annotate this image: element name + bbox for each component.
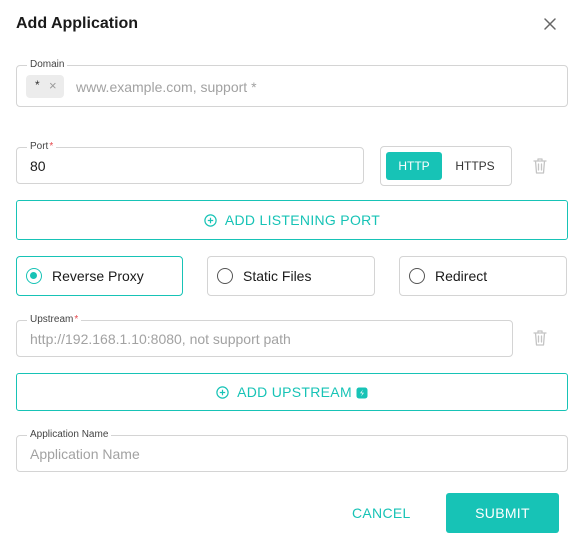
add-listening-port-label: ADD LISTENING PORT bbox=[224, 212, 381, 228]
protocol-toggle: HTTP HTTPS bbox=[380, 146, 512, 186]
add-upstream-button[interactable]: ADD UPSTREAM bbox=[16, 373, 568, 411]
domain-field[interactable]: Domain * × www.example.com, support * bbox=[16, 58, 568, 107]
close-icon[interactable] bbox=[540, 14, 560, 34]
domain-input[interactable]: www.example.com, support * bbox=[76, 79, 257, 95]
trash-icon[interactable] bbox=[532, 329, 548, 347]
upstream-label: Upstream* bbox=[27, 313, 82, 327]
mode-reverse-proxy-option[interactable]: Reverse Proxy bbox=[16, 256, 183, 296]
add-upstream-label: ADD UPSTREAM bbox=[237, 384, 352, 400]
dialog-title: Add Application bbox=[16, 15, 139, 32]
protocol-https-button[interactable]: HTTPS bbox=[447, 152, 503, 180]
submit-button[interactable]: SUBMIT bbox=[446, 493, 559, 533]
protocol-http-button[interactable]: HTTP bbox=[386, 152, 442, 180]
mode-static-files-option[interactable]: Static Files bbox=[207, 256, 375, 296]
plus-circle-icon bbox=[204, 213, 217, 227]
mode-option-label: Static Files bbox=[243, 268, 312, 284]
domain-chip[interactable]: * × bbox=[26, 75, 64, 98]
mode-option-label: Redirect bbox=[435, 268, 488, 284]
required-mark: * bbox=[49, 141, 54, 152]
domain-label: Domain bbox=[27, 58, 68, 72]
port-label: Port* bbox=[27, 140, 57, 154]
application-name-label: Application Name bbox=[27, 428, 112, 442]
application-name-field[interactable]: Application Name Application Name bbox=[16, 428, 568, 472]
mode-redirect-option[interactable]: Redirect bbox=[399, 256, 567, 296]
application-name-input[interactable]: Application Name bbox=[30, 446, 140, 462]
mode-option-label: Reverse Proxy bbox=[52, 268, 144, 284]
required-mark: * bbox=[74, 314, 79, 325]
chip-remove-icon[interactable]: × bbox=[49, 78, 57, 93]
cancel-button[interactable]: CANCEL bbox=[352, 505, 411, 521]
upstream-input[interactable]: http://192.168.1.10:8080, not support pa… bbox=[30, 331, 291, 347]
trash-icon[interactable] bbox=[532, 157, 548, 175]
hint-icon[interactable] bbox=[356, 386, 368, 399]
radio-unselected-icon bbox=[409, 268, 425, 284]
port-field[interactable]: Port* 80 bbox=[16, 140, 364, 184]
port-input[interactable]: 80 bbox=[30, 158, 46, 174]
add-listening-port-button[interactable]: ADD LISTENING PORT bbox=[16, 200, 568, 240]
domain-chip-text: * bbox=[35, 78, 40, 92]
upstream-field[interactable]: Upstream* http://192.168.1.10:8080, not … bbox=[16, 313, 513, 357]
radio-selected-icon bbox=[26, 268, 42, 284]
radio-unselected-icon bbox=[217, 268, 233, 284]
plus-circle-icon bbox=[216, 385, 229, 399]
